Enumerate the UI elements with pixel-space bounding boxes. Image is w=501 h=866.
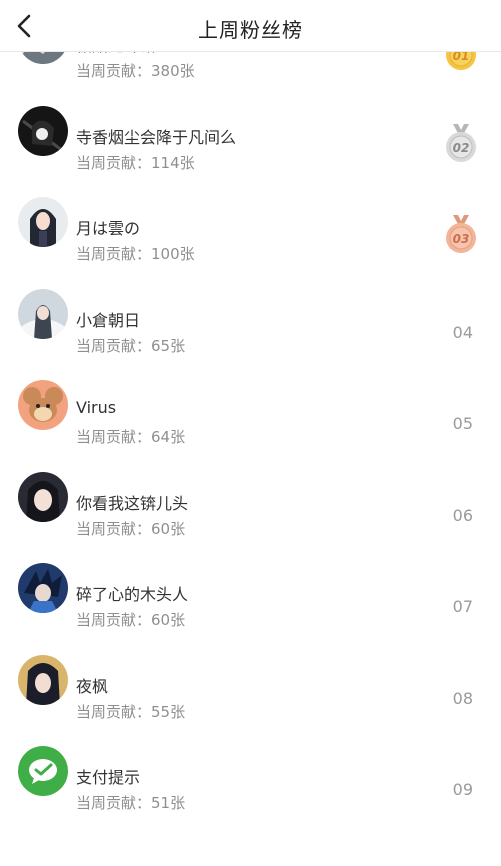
fan-name: 夜枫 xyxy=(76,676,109,696)
rank-number: 06 xyxy=(452,505,473,525)
fan-contribution: 当周贡献：380张 xyxy=(76,62,195,80)
header-bar: 上周粉丝榜 xyxy=(0,0,501,52)
fan-name: Virus xyxy=(76,398,117,417)
rank-number: 07 xyxy=(452,597,473,616)
fan-row[interactable]: 你看我这锛儿头 当周贡献：60张 06 xyxy=(0,471,501,564)
rank-number: 08 xyxy=(452,688,473,708)
avatar xyxy=(18,380,68,430)
fan-name: 支付提示 xyxy=(76,768,141,787)
fan-name: 月は雲の xyxy=(76,219,141,238)
avatar xyxy=(18,563,68,613)
fan-row[interactable]: 夜枫 当周贡献：55张 08 xyxy=(0,654,501,747)
medal-rank-label: 03 xyxy=(453,232,470,246)
fan-contribution: 当周贡献：100张 xyxy=(76,245,195,263)
bronze-medal-icon: 03 xyxy=(446,215,476,253)
medal-rank-label: 02 xyxy=(453,141,470,155)
fan-row[interactable]: 碎了心的木头人 当周贡献：60张 07 xyxy=(0,563,501,655)
fan-row[interactable]: 小倉朝日 当周贡献：65张 04 xyxy=(0,288,501,381)
avatar xyxy=(18,654,68,705)
fan-contribution: 当周贡献：51张 xyxy=(76,794,186,812)
fan-contribution: 当周贡献：60张 xyxy=(76,611,186,629)
avatar xyxy=(18,471,68,522)
fan-name: 碎了心的木头人 xyxy=(76,585,189,604)
fan-contribution: 当周贡献：65张 xyxy=(76,336,186,355)
fan-contribution: 当周贡献：55张 xyxy=(76,702,186,721)
fan-row[interactable]: 寺香烟尘会降于凡间么 当周贡献：114张 02 xyxy=(0,105,501,198)
avatar xyxy=(18,105,68,156)
fan-name: 寺香烟尘会降于凡间么 xyxy=(76,127,237,147)
fan-ranking-list: 糖醋龙虾钳 当周贡献：380张 01 寺香烟尘会降于凡间么 当周贡献：114张 … xyxy=(0,14,501,838)
fan-row[interactable]: Virus 当周贡献：64张 05 xyxy=(0,380,501,472)
fan-contribution: 当周贡献：114张 xyxy=(76,153,195,172)
rank-number: 04 xyxy=(452,322,473,342)
rank-number: 05 xyxy=(452,414,473,433)
fan-contribution: 当周贡献：60张 xyxy=(76,519,186,538)
fan-contribution: 当周贡献：64张 xyxy=(76,428,186,446)
fan-name: 小倉朝日 xyxy=(76,310,141,330)
rank-number: 09 xyxy=(452,780,473,799)
avatar xyxy=(18,197,68,247)
wechat-pay-icon xyxy=(18,746,68,796)
fan-row[interactable]: 月は雲の 当周贡献：100张 03 xyxy=(0,197,501,289)
fan-row[interactable]: 支付提示 当周贡献：51张 09 xyxy=(0,746,501,838)
fan-name: 你看我这锛儿头 xyxy=(76,493,189,513)
page-title: 上周粉丝榜 xyxy=(198,18,303,42)
avatar xyxy=(18,288,68,339)
avatar xyxy=(18,746,68,796)
silver-medal-icon: 02 xyxy=(446,123,476,162)
